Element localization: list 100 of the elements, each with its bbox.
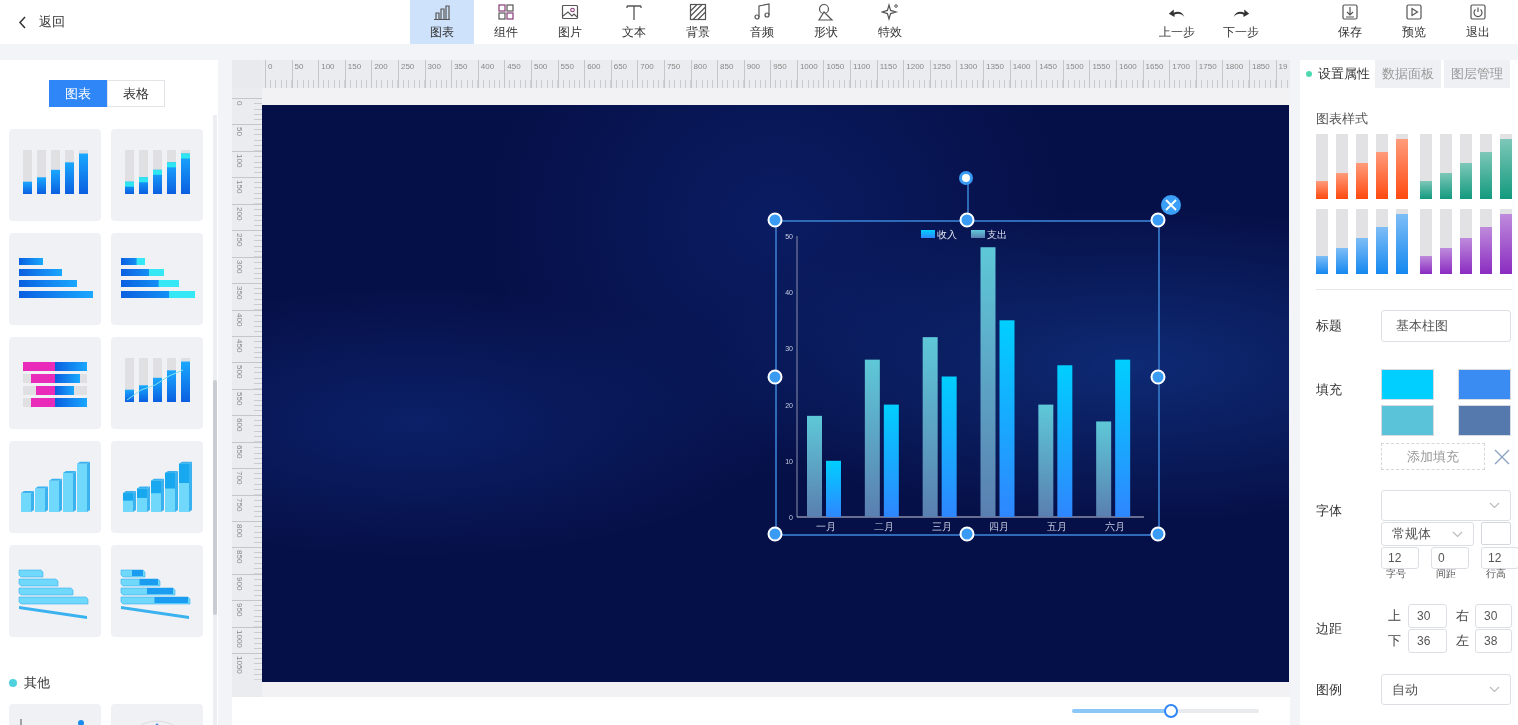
download-icon xyxy=(1341,3,1359,21)
slider-thumb[interactable] xyxy=(1164,704,1179,718)
toolbar-tab[interactable]: 组件 xyxy=(474,0,538,44)
chart-thumbnail[interactable] xyxy=(9,233,101,325)
ruler-label: 1050 xyxy=(823,60,851,88)
toolbar-tab[interactable]: 背景 xyxy=(666,0,730,44)
fill-swatch[interactable] xyxy=(1381,369,1434,400)
exit-button[interactable]: 退出 xyxy=(1446,0,1510,44)
close-button[interactable] xyxy=(1161,195,1181,215)
x-tick-label: 四月 xyxy=(989,521,1010,532)
rotate-line xyxy=(967,182,969,214)
legend-swatch xyxy=(971,230,985,238)
resize-handle[interactable] xyxy=(767,212,783,228)
field-label: 字体 xyxy=(1316,502,1343,520)
chart-thumbnail[interactable] xyxy=(9,441,101,533)
panel-tab[interactable]: 表格 xyxy=(106,80,165,107)
chart-thumbnail[interactable] xyxy=(111,441,203,533)
ruler-label: 850 xyxy=(717,60,744,88)
number-input[interactable]: 38 xyxy=(1475,629,1512,653)
chart-thumbnail[interactable] xyxy=(9,337,101,429)
ruler-label: 950 xyxy=(235,603,244,617)
undo-button[interactable]: 上一步 xyxy=(1145,0,1209,44)
scrollbar[interactable] xyxy=(213,115,217,725)
resize-handle[interactable] xyxy=(767,369,783,385)
ruler-label: 1800 xyxy=(1222,60,1249,88)
close-icon xyxy=(1165,199,1177,211)
x-tick-label: 六月 xyxy=(1105,521,1126,532)
ruler-label: 0 xyxy=(235,101,244,106)
ruler-label: 1300 xyxy=(956,60,984,88)
ruler-label: 0 xyxy=(265,60,292,88)
x-tick-label: 二月 xyxy=(873,521,894,532)
fill-swatch[interactable] xyxy=(1381,405,1434,436)
x-tick-label: 一月 xyxy=(815,521,836,532)
chart-thumbnail[interactable] xyxy=(111,545,203,637)
ruler-label: 750 xyxy=(663,60,691,88)
fill-swatch[interactable] xyxy=(1458,369,1511,400)
hatch-icon xyxy=(689,3,707,21)
field-label: 边距 xyxy=(1316,619,1343,638)
margin-label: 上 xyxy=(1388,607,1402,625)
rotate-handle[interactable] xyxy=(959,171,973,185)
field-label: 标题 xyxy=(1316,317,1343,335)
resize-handle[interactable] xyxy=(1150,369,1166,385)
ruler-label: 1700 xyxy=(1169,60,1196,88)
resize-handle[interactable] xyxy=(959,212,974,228)
ruler-label: 19 xyxy=(1275,60,1290,88)
number-input[interactable]: 0 xyxy=(1431,547,1469,569)
active-dot-icon xyxy=(1306,71,1312,77)
legend-label: 支出 xyxy=(987,229,1007,240)
resize-handle[interactable] xyxy=(1150,212,1166,228)
ruler-label: 1600 xyxy=(1116,60,1143,88)
toolbar-tab[interactable]: 音频 xyxy=(730,0,794,44)
title-input[interactable]: 基本柱图 xyxy=(1381,310,1511,342)
chart-thumbnail[interactable] xyxy=(111,129,203,221)
resize-handle[interactable] xyxy=(1150,526,1166,542)
number-input[interactable]: 30 xyxy=(1408,604,1447,628)
chart-thumbnail[interactable] xyxy=(9,129,101,221)
chart-thumbnail[interactable] xyxy=(111,233,203,325)
selection-frame[interactable] xyxy=(775,220,1160,536)
legend-select[interactable]: 自动 xyxy=(1381,674,1511,705)
text-icon xyxy=(625,3,643,21)
resize-handle[interactable] xyxy=(959,526,974,542)
toolbar-tab[interactable]: 文本 xyxy=(602,0,666,44)
save-button[interactable]: 保存 xyxy=(1318,0,1382,44)
chart-thumbnail[interactable] xyxy=(111,337,203,429)
field-label: 图例 xyxy=(1316,680,1343,699)
font-weight-select[interactable]: 常规体 xyxy=(1381,522,1474,546)
preview-button[interactable]: 预览 xyxy=(1382,0,1446,44)
section-title: 其他 xyxy=(24,674,50,692)
ruler-label: 100 xyxy=(235,153,244,168)
toolbar-tab[interactable]: 特效 xyxy=(858,0,922,44)
toolbar-tab[interactable]: 形状 xyxy=(794,0,858,44)
bar xyxy=(826,460,841,517)
back-button[interactable]: 返回 xyxy=(18,0,65,44)
play-icon xyxy=(1405,3,1423,21)
toolbar-tab[interactable]: 图片 xyxy=(538,0,602,44)
field-label: 填充 xyxy=(1316,381,1343,399)
chart-thumbnail[interactable] xyxy=(9,545,101,637)
remove-button[interactable] xyxy=(1493,447,1511,466)
fill-swatch[interactable] xyxy=(1458,405,1511,436)
legend-label: 收入 xyxy=(937,229,957,240)
ruler-label: 350 xyxy=(451,60,478,88)
font-color-picker[interactable] xyxy=(1481,522,1511,545)
redo-button[interactable]: 下一步 xyxy=(1209,0,1273,44)
ruler-label: 750 xyxy=(235,497,244,511)
panel-tab[interactable]: 图表 xyxy=(48,80,107,107)
toolbar-tab[interactable]: 图表 xyxy=(410,0,474,44)
ruler-label: 200 xyxy=(235,206,244,221)
ruler-label: 350 xyxy=(235,286,244,300)
number-input[interactable]: 12 xyxy=(1481,547,1518,569)
number-input[interactable]: 30 xyxy=(1475,604,1512,628)
ruler-label: 1000 xyxy=(235,629,244,648)
ruler-label: 600 xyxy=(584,60,611,88)
number-input[interactable]: 12 xyxy=(1381,547,1419,569)
ruler-label: 1850 xyxy=(1248,60,1276,88)
ruler-label: 100 xyxy=(318,60,345,88)
number-input[interactable]: 36 xyxy=(1408,629,1447,653)
image-icon xyxy=(561,3,579,21)
input-caption: 间距 xyxy=(1435,569,1457,579)
resize-handle[interactable] xyxy=(767,526,783,542)
caret-icon xyxy=(1489,686,1500,693)
